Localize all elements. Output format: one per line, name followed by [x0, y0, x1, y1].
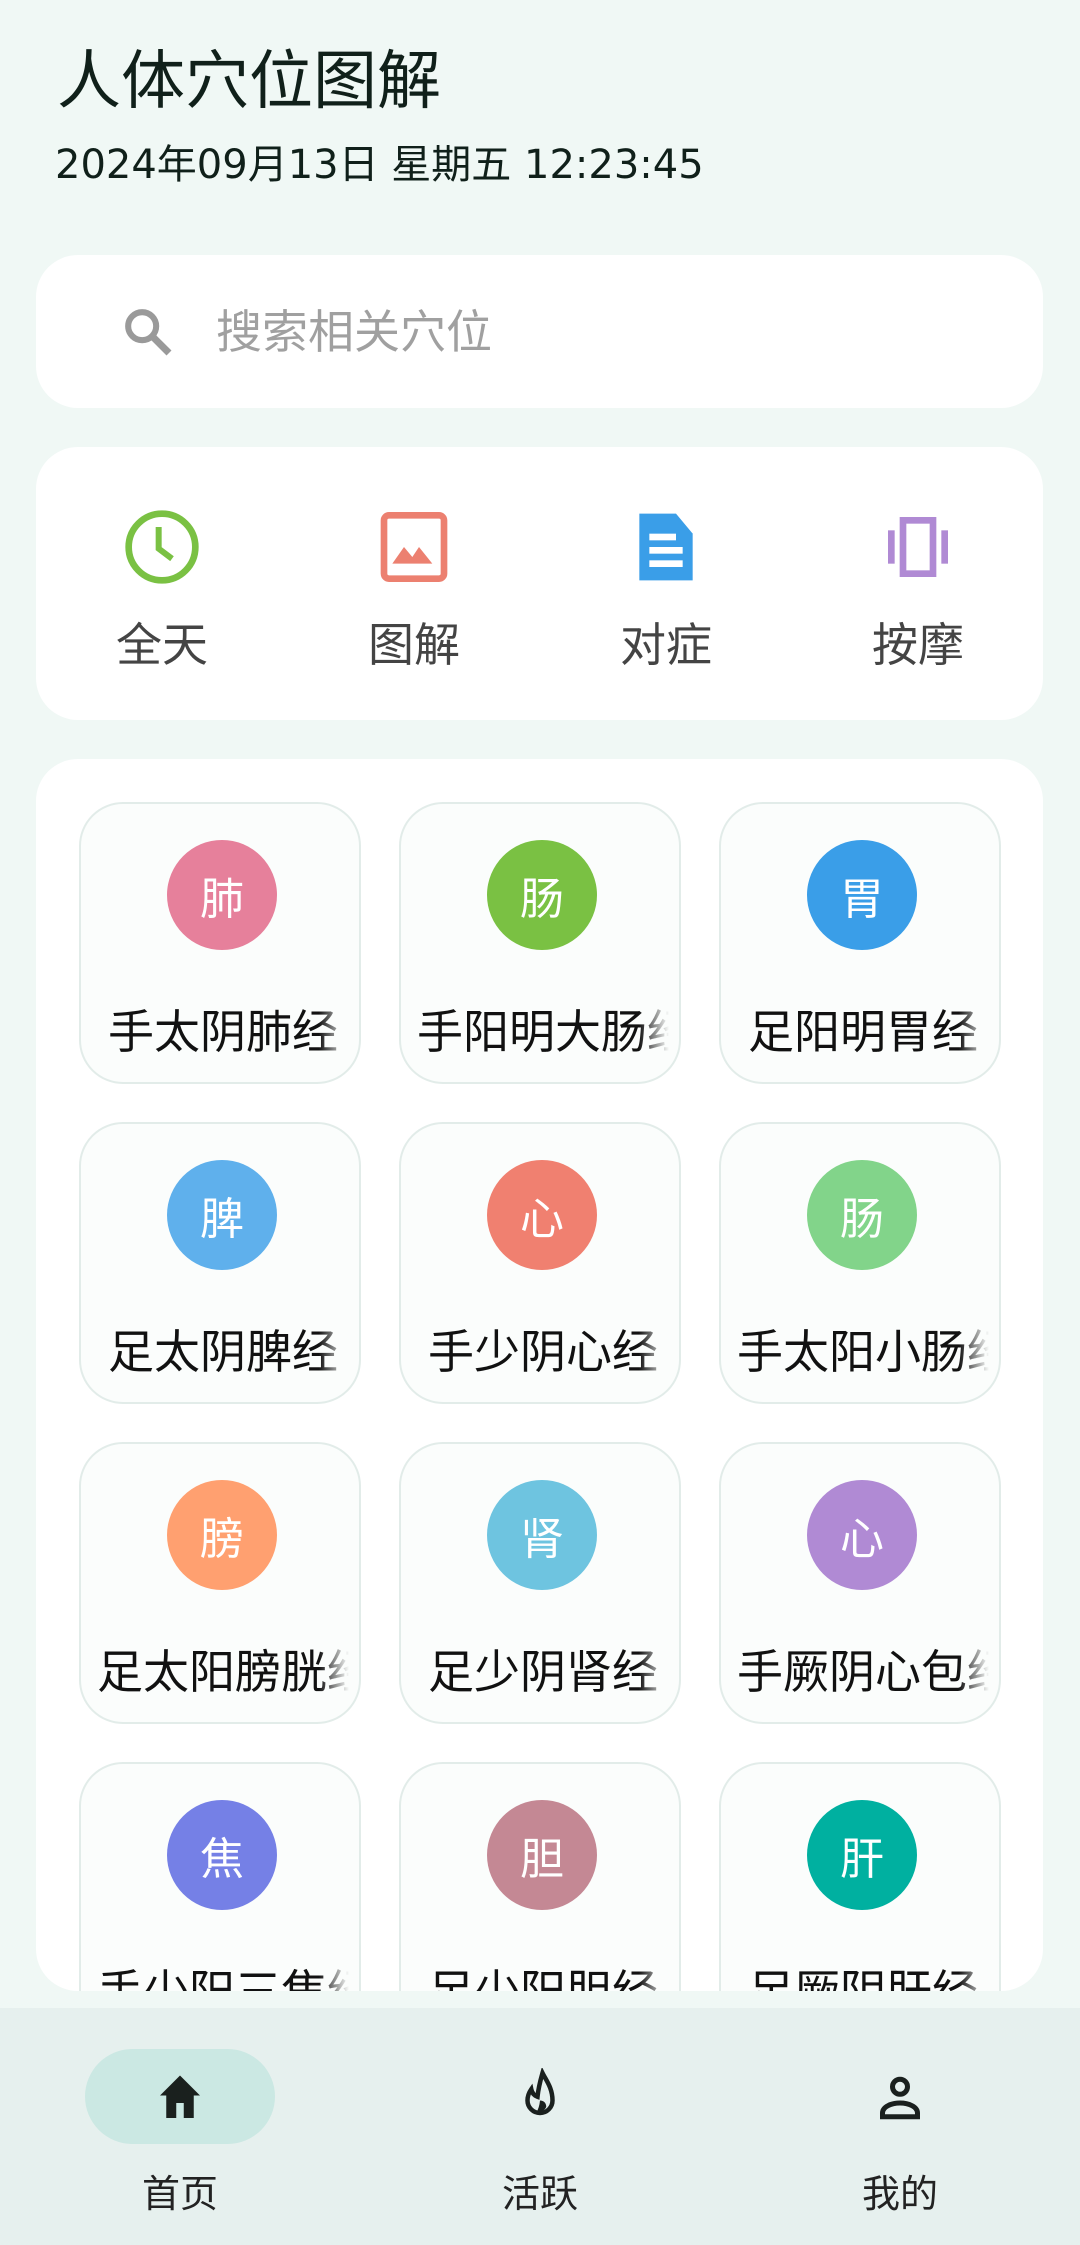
meridian-label: 手厥阴心包经 [737, 1645, 989, 1699]
meridian-card[interactable]: 胃足阳明胃经 [719, 802, 1001, 1084]
meridian-label: 手太阳小肠经 [737, 1325, 989, 1379]
meridian-label: 手少阳三焦经 [97, 1956, 349, 1991]
person-icon [880, 2076, 920, 2120]
meridian-label: 足厥阴肝经 [737, 1956, 989, 1991]
meridian-badge: 肠 [487, 840, 597, 950]
meridian-card[interactable]: 心手少阴心经 [399, 1122, 681, 1404]
meridian-badge: 肠 [807, 1160, 917, 1270]
meridian-label: 手少阴心经 [428, 1325, 658, 1379]
bottom-nav: 首页 活跃 我的 [0, 2008, 1080, 2245]
meridian-badge: 心 [487, 1160, 597, 1270]
search-input[interactable] [216, 304, 916, 359]
flame-icon [525, 2068, 555, 2116]
meridian-badge: 肺 [167, 840, 277, 950]
quick-diagram[interactable]: 图解 [314, 507, 514, 675]
datetime: 2024年09月13日 星期五 12:23:45 [55, 142, 704, 188]
meridian-badge: 肾 [487, 1480, 597, 1590]
clock-icon [125, 510, 199, 584]
meridian-card[interactable]: 焦手少阳三焦经 [79, 1762, 361, 1991]
meridian-card[interactable]: 肠手阳明大肠经 [399, 802, 681, 1084]
search-icon [125, 308, 172, 355]
image-icon [380, 512, 448, 582]
meridian-card[interactable]: 肠手太阳小肠经 [719, 1122, 1001, 1404]
meridian-badge: 肝 [807, 1800, 917, 1910]
quick-label: 全天 [116, 618, 208, 672]
meridian-grid: 肺手太阴肺经肠手阳明大肠经胃足阳明胃经脾足太阴脾经心手少阴心经肠手太阳小肠经膀足… [36, 759, 1043, 1991]
quick-symptom[interactable]: 对症 [566, 507, 766, 675]
meridian-card[interactable]: 膀足太阳膀胱经 [79, 1442, 361, 1724]
meridian-label: 手阳明大肠经 [417, 1005, 669, 1059]
meridian-label: 足阳明胃经 [748, 1005, 978, 1059]
document-icon [639, 513, 693, 581]
meridian-card[interactable]: 肾足少阴肾经 [399, 1442, 681, 1724]
meridian-card[interactable]: 心手厥阴心包经 [719, 1442, 1001, 1724]
meridian-card[interactable]: 脾足太阴脾经 [79, 1122, 361, 1404]
meridian-badge: 焦 [167, 1800, 277, 1910]
meridian-label: 足太阳膀胱经 [97, 1645, 349, 1699]
nav-label: 首页 [141, 2172, 218, 2216]
meridian-label: 手太阴肺经 [108, 1005, 338, 1059]
quick-massage[interactable]: 按摩 [818, 507, 1018, 675]
meridian-card[interactable]: 胆足少阳胆经 [399, 1762, 681, 1991]
meridian-badge: 脾 [167, 1160, 277, 1270]
page-title: 人体穴位图解 [57, 45, 441, 119]
quick-all-day[interactable]: 全天 [62, 507, 262, 675]
search-bar[interactable] [36, 255, 1043, 408]
nav-label: 我的 [861, 2172, 938, 2216]
meridian-badge: 心 [807, 1480, 917, 1590]
meridian-badge: 膀 [167, 1480, 277, 1590]
meridian-card[interactable]: 肝足厥阴肝经 [719, 1762, 1001, 1991]
vibration-icon [888, 517, 948, 577]
meridian-label: 足太阴脾经 [108, 1325, 338, 1379]
quick-label: 图解 [368, 618, 460, 672]
quick-label: 按摩 [872, 618, 964, 672]
meridian-badge: 胃 [807, 840, 917, 950]
nav-label: 活跃 [501, 2172, 578, 2216]
home-icon [160, 2075, 200, 2118]
meridian-card[interactable]: 肺手太阴肺经 [79, 802, 361, 1084]
quick-actions: 全天 图解 对症 按摩 [36, 447, 1043, 720]
meridian-badge: 胆 [487, 1800, 597, 1910]
meridian-label: 足少阴肾经 [428, 1645, 658, 1699]
meridian-label: 足少阳胆经 [417, 1956, 669, 1991]
quick-label: 对症 [620, 618, 712, 672]
